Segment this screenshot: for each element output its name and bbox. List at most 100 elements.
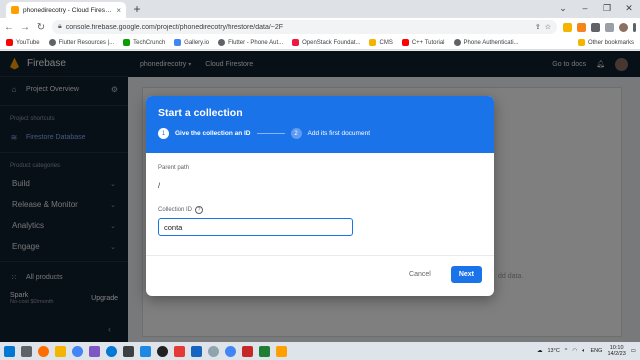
maximize-icon[interactable]: ❐ <box>596 0 618 18</box>
folder-icon <box>369 39 377 46</box>
url-text[interactable]: console.firebase.google.com/project/phon… <box>66 24 531 31</box>
step-1-indicator: 1 <box>158 128 169 139</box>
bookmark-label: OpenStack Foundat... <box>302 39 361 46</box>
language-indicator[interactable]: ENG <box>591 348 603 354</box>
date: 14/2/23 <box>607 351 626 357</box>
share-icon[interactable]: ⇪ <box>535 23 541 31</box>
dialog-divider <box>146 255 494 256</box>
new-tab-button[interactable]: + <box>130 2 144 16</box>
bookmark-label: CMS <box>379 39 393 46</box>
firefox-icon[interactable] <box>38 345 49 357</box>
start-collection-dialog: Start a collection 1 Give the collection… <box>146 96 494 296</box>
task-view-icon[interactable] <box>21 345 32 357</box>
vscode-icon[interactable] <box>140 345 151 357</box>
bookmark-label: Flutter - Phone Aut... <box>228 39 284 46</box>
app-icon[interactable] <box>276 345 287 357</box>
edge-icon[interactable] <box>106 345 117 357</box>
app-icon[interactable] <box>191 345 202 357</box>
file-explorer-icon[interactable] <box>55 345 66 357</box>
step-2-label: Add its first document <box>307 130 371 137</box>
tray-chevron-icon[interactable]: ^ <box>565 348 568 354</box>
folder-icon <box>577 39 585 46</box>
browser-tab-strip: phonedirecotry - Cloud Firestore × + ⌄ –… <box>0 0 640 18</box>
tab-title: phonedirecotry - Cloud Firestore <box>23 6 113 14</box>
bookmark-item[interactable]: YouTube <box>6 39 40 46</box>
puzzle-icon[interactable] <box>591 22 600 32</box>
collection-id-input[interactable] <box>158 218 353 236</box>
youtube-icon <box>6 39 13 46</box>
bookmark-label: C++ Tutorial <box>411 39 445 46</box>
start-icon[interactable] <box>4 345 15 357</box>
youtube-icon <box>401 39 409 46</box>
minimize-icon[interactable]: – <box>574 0 596 18</box>
collection-id-label: Collection ID ? <box>158 206 482 214</box>
app-icon[interactable] <box>123 345 134 357</box>
help-icon[interactable]: ? <box>195 206 204 214</box>
app-icon[interactable] <box>208 345 219 357</box>
bookmark-item[interactable]: Phone Authenticati... <box>453 39 519 46</box>
browser-tab[interactable]: phonedirecotry - Cloud Firestore × <box>6 2 126 18</box>
step-2-indicator: 2 <box>290 128 302 139</box>
dialog-header: Start a collection 1 Give the collection… <box>146 96 494 153</box>
gallery-icon <box>174 39 182 46</box>
bookmark-item[interactable]: CMS <box>369 39 393 46</box>
step-1-label: Give the collection an ID <box>175 130 251 137</box>
bookmarks-bar: YouTube Flutter Resources |... TechCrunc… <box>0 36 640 50</box>
address-bar[interactable]: 🔒︎ console.firebase.google.com/project/p… <box>52 20 557 34</box>
other-bookmarks[interactable]: Other bookmarks <box>577 39 634 46</box>
temperature: 13°C <box>547 348 560 354</box>
bookmark-item[interactable]: C++ Tutorial <box>401 39 445 46</box>
clock[interactable]: 10:10 14/2/23 <box>607 345 625 357</box>
bookmark-label: Gallery.io <box>184 39 210 46</box>
dialog-actions: Cancel Next <box>403 266 482 283</box>
system-tray: ☁︎ 13°C ^ ◠ 🔈︎ ENG 10:10 14/2/23 ▭ <box>537 345 636 357</box>
bookmark-label: Flutter Resources |... <box>58 39 115 46</box>
globe-icon <box>48 39 56 46</box>
bookmark-item[interactable]: Flutter Resources |... <box>48 39 115 46</box>
back-icon[interactable]: ← <box>4 22 14 33</box>
chevron-down-icon[interactable]: ⌄ <box>552 0 574 18</box>
close-window-icon[interactable]: ✕ <box>618 0 640 18</box>
notification-center-icon[interactable]: ▭ <box>631 348 636 354</box>
app-icon[interactable] <box>174 345 185 357</box>
bookmark-item[interactable]: TechCrunch <box>123 39 165 46</box>
globe-icon <box>453 39 461 46</box>
extension-icon[interactable] <box>563 22 572 32</box>
windows-taskbar: ☁︎ 13°C ^ ◠ 🔈︎ ENG 10:10 14/2/23 ▭ <box>0 342 640 360</box>
chrome-icon[interactable] <box>72 345 83 357</box>
parent-path-label: Parent path <box>158 165 190 171</box>
weather-icon[interactable]: ☁︎ <box>537 348 543 354</box>
excel-icon[interactable] <box>259 345 270 357</box>
firebase-favicon-icon <box>11 6 19 14</box>
bookmark-item[interactable]: Gallery.io <box>174 39 209 46</box>
techcrunch-icon <box>123 39 131 46</box>
bookmark-label: TechCrunch <box>133 39 166 46</box>
lock-icon[interactable]: 🔒︎ <box>58 23 62 31</box>
bookmark-item[interactable]: OpenStack Foundat... <box>292 39 360 46</box>
bookmark-item[interactable]: Flutter - Phone Aut... <box>218 39 283 46</box>
app-icon[interactable] <box>157 345 168 357</box>
close-tab-icon[interactable]: × <box>116 6 121 15</box>
window-controls: ⌄ – ❐ ✕ <box>552 0 640 18</box>
star-icon[interactable]: ☆ <box>545 23 551 31</box>
chrome-icon[interactable] <box>225 345 236 357</box>
wifi-icon[interactable]: ◠ <box>572 348 577 354</box>
profile-avatar-icon[interactable] <box>619 22 628 32</box>
cancel-button[interactable]: Cancel <box>403 267 437 282</box>
reload-icon[interactable]: ↻ <box>36 22 46 33</box>
dialog-body: Parent path / Collection ID ? <box>146 153 494 236</box>
sidepanel-icon[interactable] <box>605 22 614 32</box>
next-button[interactable]: Next <box>450 266 482 283</box>
app-icon[interactable] <box>242 345 253 357</box>
step-connector <box>256 133 285 134</box>
browser-toolbar: ← → ↻ 🔒︎ console.firebase.google.com/pro… <box>0 18 640 36</box>
menu-icon[interactable] <box>633 22 636 32</box>
collection-id-label-text: Collection ID <box>158 207 193 213</box>
stepper: 1 Give the collection an ID 2 Add its fi… <box>158 128 482 139</box>
globe-icon <box>218 39 226 46</box>
bookmark-label: Phone Authenticati... <box>463 39 519 46</box>
app-icon[interactable] <box>89 345 100 357</box>
metamask-icon[interactable] <box>577 22 586 32</box>
volume-icon[interactable]: 🔈︎ <box>582 348 585 355</box>
forward-icon[interactable]: → <box>20 22 30 33</box>
